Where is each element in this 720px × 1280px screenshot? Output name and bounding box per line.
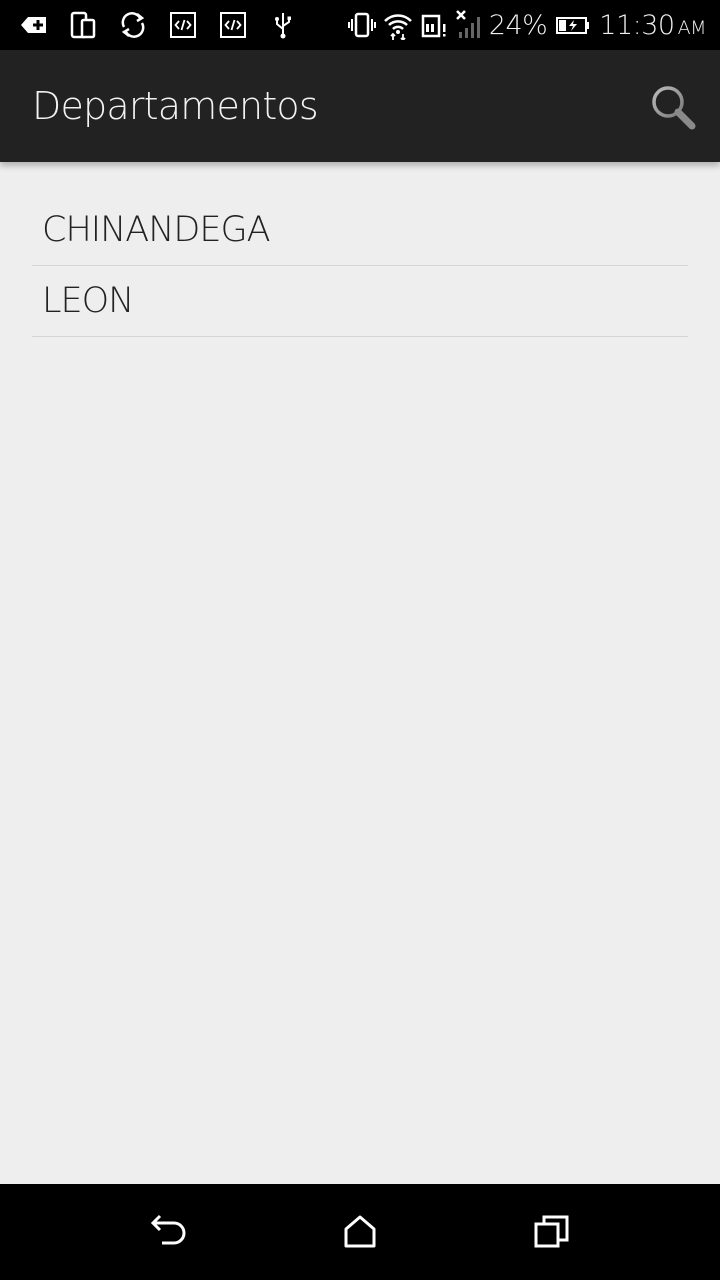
- devices-icon: [68, 10, 98, 40]
- content-area: CHINANDEGA LEON: [0, 162, 720, 1184]
- code-icon: [168, 10, 198, 40]
- page-title: Departamentos: [32, 84, 319, 128]
- status-bar-system: 24% 11:30 AM: [341, 0, 707, 50]
- status-bar-notifications: [18, 0, 318, 50]
- status-bar: 24% 11:30 AM: [0, 0, 720, 50]
- usb-icon: [268, 10, 298, 40]
- recent-apps-button[interactable]: [532, 1212, 572, 1252]
- sd-card-icon: [419, 10, 449, 40]
- departments-list: CHINANDEGA LEON: [32, 195, 688, 337]
- add-notification-icon: [18, 10, 48, 40]
- action-bar: Departamentos: [0, 50, 720, 162]
- sync-icon: [118, 10, 148, 40]
- back-button[interactable]: [148, 1212, 188, 1252]
- vibrate-icon: [347, 10, 377, 40]
- list-item-label: LEON: [42, 281, 134, 321]
- search-icon: [652, 86, 696, 130]
- list-item-chinandega[interactable]: CHINANDEGA: [32, 195, 688, 266]
- clock-time: 11:30: [599, 9, 675, 41]
- recent-apps-icon: [534, 1215, 569, 1248]
- battery-percent: 24%: [488, 9, 548, 41]
- search-button[interactable]: [648, 82, 698, 132]
- battery-charging-icon: [555, 10, 591, 40]
- back-icon: [150, 1214, 186, 1245]
- list-item-leon[interactable]: LEON: [32, 266, 688, 337]
- app-screen: 24% 11:30 AM Departamentos CHINANDEGA LE…: [0, 0, 720, 1280]
- home-icon: [344, 1215, 376, 1248]
- navigation-bar: [0, 1184, 720, 1280]
- code-icon: [218, 10, 248, 40]
- list-item-label: CHINANDEGA: [42, 210, 271, 250]
- no-signal-icon: [455, 10, 485, 40]
- clock-ampm: AM: [677, 16, 707, 39]
- clock: 11:30 AM: [599, 10, 706, 41]
- wifi-icon: [383, 10, 413, 40]
- home-button[interactable]: [340, 1212, 380, 1252]
